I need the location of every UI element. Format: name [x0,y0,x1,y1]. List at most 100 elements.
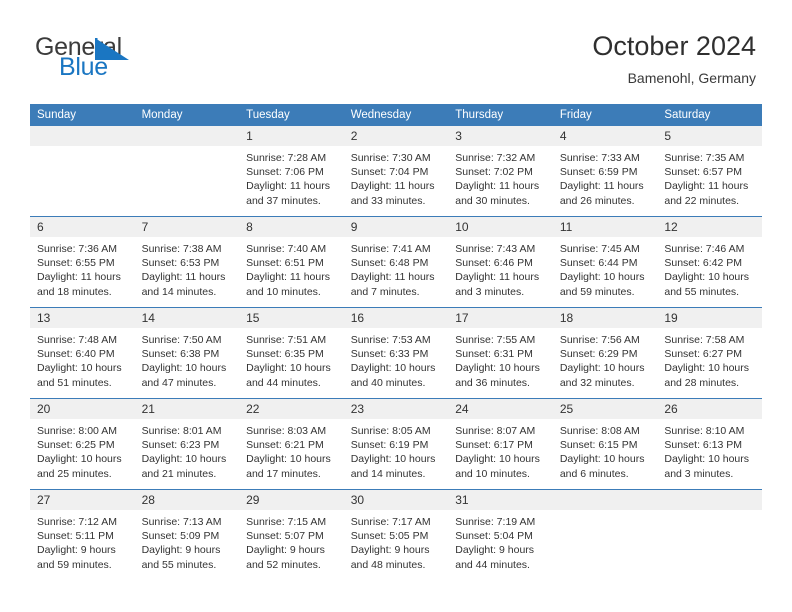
weekday-header-thursday: Thursday [448,104,553,126]
calendar-day-cell[interactable]: 20 Sunrise: 8:00 AM Sunset: 6:25 PM Dayligh… [30,398,135,490]
day-detail-line: Sunset: 6:31 PM [455,348,533,361]
calendar-day-cell[interactable]: 30 Sunrise: 7:17 AM Sunset: 5:05 PM Dayligh… [343,489,449,580]
day-details: Sunrise: 7:58 AM Sunset: 6:27 PM Daylight:… [657,328,762,398]
day-details: Sunrise: 7:53 AM Sunset: 6:33 PM Daylight:… [343,328,449,398]
day-details: Sunrise: 7:33 AM Sunset: 6:59 PM Daylight:… [552,146,658,216]
weekday-header-monday: Monday [134,104,240,126]
calendar-day-cell[interactable]: 18 Sunrise: 7:56 AM Sunset: 6:29 PM Dayligh… [552,307,658,399]
day-detail-line: Sunset: 6:13 PM [664,439,743,452]
calendar-day-cell[interactable]: 8 Sunrise: 7:40 AM Sunset: 6:51 PM Daylight… [239,216,344,308]
day-details [552,510,658,580]
calendar-day-cell[interactable]: 22 Sunrise: 8:03 AM Sunset: 6:21 PM Dayligh… [239,398,344,490]
calendar-day-cell[interactable]: 27 Sunrise: 7:12 AM Sunset: 5:11 PM Dayligh… [30,489,135,580]
day-detail-line: Daylight: 10 hours [559,453,645,466]
calendar-day-cell[interactable]: 24 Sunrise: 8:07 AM Sunset: 6:17 PM Dayligh… [448,398,553,490]
day-detail-line: Sunrise: 7:53 AM [350,334,431,346]
day-number: 2 [343,126,449,146]
day-details: Sunrise: 7:43 AM Sunset: 6:46 PM Daylight:… [448,237,553,307]
calendar-day-cell[interactable]: 3 Sunrise: 7:32 AM Sunset: 7:02 PM Daylight… [448,126,553,217]
calendar-day-cell[interactable]: 28 Sunrise: 7:13 AM Sunset: 5:09 PM Dayligh… [134,489,240,580]
calendar-day-cell[interactable]: 6 Sunrise: 7:36 AM Sunset: 6:55 PM Daylight… [30,216,135,308]
day-detail-line: Sunset: 6:53 PM [141,257,220,270]
calendar-day-cell[interactable]: 29 Sunrise: 7:15 AM Sunset: 5:07 PM Dayligh… [239,489,344,580]
day-detail-line: Daylight: 10 hours [246,453,331,466]
day-detail-line: Sunset: 6:21 PM [246,439,324,452]
day-detail-line: Daylight: 10 hours [559,362,645,375]
calendar-day-cell[interactable]: 2 Sunrise: 7:30 AM Sunset: 7:04 PM Daylight… [343,126,449,217]
day-detail-line: Sunset: 5:11 PM [37,530,114,543]
calendar-day-cell[interactable]: 9 Sunrise: 7:41 AM Sunset: 6:48 PM Daylight… [343,216,449,308]
day-detail-line: Sunset: 6:35 PM [246,348,324,361]
day-detail-line: Sunrise: 8:01 AM [141,425,222,437]
calendar-day-cell[interactable]: 16 Sunrise: 7:53 AM Sunset: 6:33 PM Dayligh… [343,307,449,399]
day-detail-line: Sunrise: 7:43 AM [455,243,536,255]
day-detail-line: Daylight: 10 hours [664,271,750,284]
calendar-day-cell[interactable]: 12 Sunrise: 7:46 AM Sunset: 6:42 PM Dayligh… [657,216,762,308]
day-number: 28 [134,490,240,510]
day-number: 6 [30,217,135,237]
day-detail-line: Sunrise: 7:40 AM [246,243,327,255]
calendar-day-cell[interactable]: 13 Sunrise: 7:48 AM Sunset: 6:40 PM Dayligh… [30,307,135,399]
day-detail-line: and 59 minutes. [37,558,112,571]
day-number: 14 [134,308,240,328]
calendar-header-row: Sunday Monday Tuesday Wednesday Thursday Frid… [30,104,762,126]
calendar-week-row: 1 Sunrise: 7:28 AM Sunset: 7:06 PM Daylight… [30,126,762,217]
day-detail-line: Sunset: 6:17 PM [455,439,533,452]
calendar-day-cell[interactable]: 23 Sunrise: 8:05 AM Sunset: 6:19 PM Dayligh… [343,398,449,490]
day-detail-line: Daylight: 11 hours [455,180,540,193]
calendar-day-cell[interactable]: 21 Sunrise: 8:01 AM Sunset: 6:23 PM Dayligh… [134,398,240,490]
calendar-day-cell[interactable]: 10 Sunrise: 7:43 AM Sunset: 6:46 PM Dayligh… [448,216,553,308]
day-detail-line: and 21 minutes. [141,467,217,480]
day-detail-line: and 52 minutes. [246,558,321,571]
day-detail-line: Sunset: 6:51 PM [246,257,324,270]
day-number: 29 [239,490,344,510]
calendar-day-cell[interactable]: 19 Sunrise: 7:58 AM Sunset: 6:27 PM Dayligh… [657,307,762,399]
day-number: 7 [134,217,240,237]
calendar-day-cell[interactable]: 1 Sunrise: 7:28 AM Sunset: 7:06 PM Daylight… [239,126,344,217]
calendar-day-cell[interactable]: 14 Sunrise: 7:50 AM Sunset: 6:38 PM Dayligh… [134,307,240,399]
day-detail-line: Sunset: 6:25 PM [37,439,115,452]
day-number: 25 [552,399,658,419]
calendar-day-cell-empty [657,489,762,580]
page-header: General Blue October 2024 Bamenohl, Germ… [0,0,792,104]
day-number: 31 [448,490,553,510]
day-detail-line: and 22 minutes. [664,194,740,207]
day-detail-line: and 55 minutes. [664,285,740,298]
day-details [30,146,135,216]
calendar-day-cell-empty [134,126,240,217]
day-details: Sunrise: 7:28 AM Sunset: 7:06 PM Daylight:… [239,146,344,216]
calendar-day-cell[interactable]: 7 Sunrise: 7:38 AM Sunset: 6:53 PM Daylight… [134,216,240,308]
day-detail-line: Sunset: 6:46 PM [455,257,533,270]
day-detail-line: Sunrise: 7:58 AM [664,334,745,346]
day-detail-line: Sunrise: 7:41 AM [350,243,431,255]
day-number: 18 [552,308,658,328]
calendar-day-cell[interactable]: 5 Sunrise: 7:35 AM Sunset: 6:57 PM Daylight… [657,126,762,217]
day-number: 10 [448,217,553,237]
day-detail-line: Sunrise: 8:07 AM [455,425,536,437]
day-detail-line: Sunset: 6:40 PM [37,348,115,361]
calendar-day-cell[interactable]: 17 Sunrise: 7:55 AM Sunset: 6:31 PM Dayligh… [448,307,553,399]
day-number [30,126,135,146]
day-detail-line: Sunset: 6:29 PM [559,348,638,361]
day-detail-line: and 25 minutes. [37,467,112,480]
calendar-day-cell[interactable]: 11 Sunrise: 7:45 AM Sunset: 6:44 PM Dayligh… [552,216,658,308]
general-blue-logo[interactable]: General Blue [35,34,235,84]
day-details: Sunrise: 7:13 AM Sunset: 5:09 PM Daylight:… [134,510,240,580]
calendar-day-cell[interactable]: 31 Sunrise: 7:19 AM Sunset: 5:04 PM Dayligh… [448,489,553,580]
day-detail-line: Sunset: 6:42 PM [664,257,743,270]
day-detail-line: and 28 minutes. [664,376,740,389]
calendar-day-cell[interactable]: 4 Sunrise: 7:33 AM Sunset: 6:59 PM Daylight… [552,126,658,217]
day-detail-line: Daylight: 9 hours [455,544,535,557]
calendar-week-row: 20 Sunrise: 8:00 AM Sunset: 6:25 PM Dayligh… [30,398,762,490]
calendar-day-cell[interactable]: 15 Sunrise: 7:51 AM Sunset: 6:35 PM Dayligh… [239,307,344,399]
weekday-header-tuesday: Tuesday [239,104,344,126]
calendar-day-cell[interactable]: 26 Sunrise: 8:10 AM Sunset: 6:13 PM Dayligh… [657,398,762,490]
day-details: Sunrise: 7:30 AM Sunset: 7:04 PM Daylight:… [343,146,449,216]
day-detail-line: and 36 minutes. [455,376,530,389]
day-detail-line: Sunset: 5:04 PM [455,530,533,543]
calendar-day-cell[interactable]: 25 Sunrise: 8:08 AM Sunset: 6:15 PM Dayligh… [552,398,658,490]
weekday-header-saturday: Saturday [657,104,762,126]
day-details: Sunrise: 7:55 AM Sunset: 6:31 PM Daylight:… [448,328,553,398]
day-detail-line: Daylight: 10 hours [664,362,750,375]
day-detail-line: Sunset: 6:48 PM [350,257,429,270]
